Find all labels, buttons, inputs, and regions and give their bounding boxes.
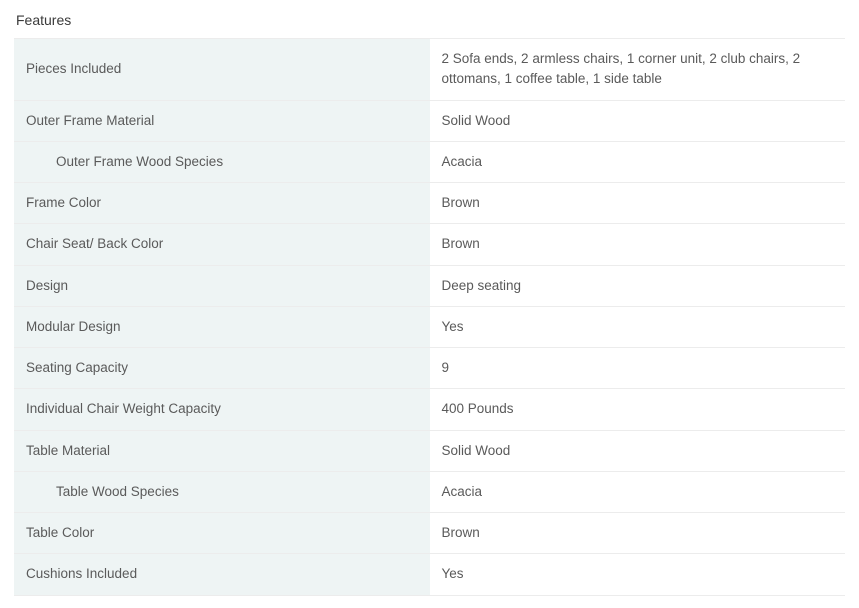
spec-label-text: Modular Design (26, 319, 121, 334)
spec-value: Solid Wood (430, 430, 846, 471)
spec-label: Design (14, 265, 430, 306)
spec-value: 400 Pounds (430, 389, 846, 430)
table-row: Pieces Included 2 Sofa ends, 2 armless ch… (14, 39, 845, 101)
spec-label: Seating Capacity (14, 348, 430, 389)
spec-value: Solid Wood (430, 100, 846, 141)
table-row: Table Color Brown (14, 513, 845, 554)
spec-value: Yes (430, 554, 846, 595)
spec-label-text: Outer Frame Wood Species (26, 154, 223, 169)
spec-label-text: Seating Capacity (26, 360, 128, 375)
table-row: Cushions Included Yes (14, 554, 845, 595)
spec-label-text: Design (26, 278, 68, 293)
table-row: Design Deep seating (14, 265, 845, 306)
spec-label-text: Frame Color (26, 195, 101, 210)
spec-value: Brown (430, 224, 846, 265)
spec-label: Table Material (14, 430, 430, 471)
spec-label-text: Cushions Included (26, 566, 137, 581)
spec-label: Outer Frame Wood Species (14, 141, 430, 182)
table-row: Outer Frame Material Solid Wood (14, 100, 845, 141)
table-row: Outer Frame Wood Species Acacia (14, 141, 845, 182)
spec-value: 2 Sofa ends, 2 armless chairs, 1 corner … (430, 39, 846, 101)
spec-label-text: Individual Chair Weight Capacity (26, 401, 221, 416)
spec-label: Table Wood Species (14, 471, 430, 512)
table-row: Table Wood Species Acacia (14, 471, 845, 512)
spec-label-text: Table Color (26, 525, 94, 540)
table-row: Individual Chair Weight Capacity 400 Poun… (14, 389, 845, 430)
section-title: Features (14, 12, 845, 28)
spec-value: Brown (430, 513, 846, 554)
features-table: Pieces Included 2 Sofa ends, 2 armless ch… (14, 38, 845, 596)
spec-label: Table Color (14, 513, 430, 554)
spec-label: Pieces Included (14, 39, 430, 101)
spec-label: Chair Seat/ Back Color (14, 224, 430, 265)
spec-value: Brown (430, 183, 846, 224)
spec-label-text: Chair Seat/ Back Color (26, 236, 163, 251)
spec-label: Cushions Included (14, 554, 430, 595)
spec-value: 9 (430, 348, 846, 389)
table-row: Chair Seat/ Back Color Brown (14, 224, 845, 265)
spec-label: Outer Frame Material (14, 100, 430, 141)
table-row: Table Material Solid Wood (14, 430, 845, 471)
spec-label-text: Outer Frame Material (26, 113, 154, 128)
spec-value: Yes (430, 306, 846, 347)
spec-label-text: Table Wood Species (26, 484, 179, 499)
table-row: Seating Capacity 9 (14, 348, 845, 389)
spec-label-text: Table Material (26, 443, 110, 458)
table-row: Frame Color Brown (14, 183, 845, 224)
table-row: Modular Design Yes (14, 306, 845, 347)
spec-value: Acacia (430, 471, 846, 512)
spec-value: Acacia (430, 141, 846, 182)
spec-value: Deep seating (430, 265, 846, 306)
spec-label: Individual Chair Weight Capacity (14, 389, 430, 430)
spec-label: Modular Design (14, 306, 430, 347)
features-section: Features Pieces Included 2 Sofa ends, 2 a… (14, 12, 845, 596)
spec-label-text: Pieces Included (26, 61, 121, 76)
features-table-body: Pieces Included 2 Sofa ends, 2 armless ch… (14, 39, 845, 596)
spec-label: Frame Color (14, 183, 430, 224)
